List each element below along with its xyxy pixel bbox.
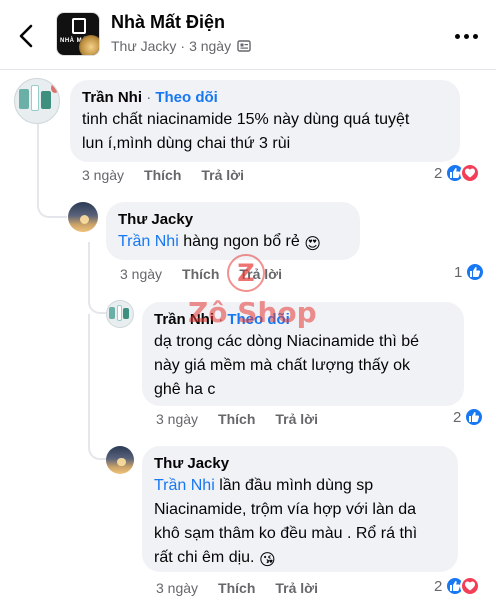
avatar[interactable]	[68, 202, 98, 232]
reaction-summary[interactable]: 2	[434, 163, 481, 183]
comment-text-segment: rất chi êm dịu.	[154, 549, 255, 566]
love-reaction-icon	[460, 163, 481, 183]
like-button[interactable]: Thích	[144, 167, 181, 183]
author-separator: ·	[146, 89, 152, 106]
reply-button[interactable]: Trả lời	[275, 411, 318, 427]
comment-time[interactable]: 3 ngày	[120, 266, 162, 282]
comment-text: dạ trong các dòng Niacinamide thì bé này…	[154, 330, 452, 402]
kiss-emoji-icon: 😘	[258, 552, 276, 569]
comment-actions: 3 ngày Thích Trả lời	[82, 167, 244, 183]
comment-author-line: Trần Nhi · Theo dõi	[82, 88, 448, 108]
comment-bubble: Thư Jacky Trần Nhi lần đầu mình dùng sp …	[142, 446, 458, 572]
comment-time[interactable]: 3 ngày	[82, 167, 124, 183]
back-arrow-icon[interactable]	[14, 22, 40, 50]
reaction-count: 2	[434, 577, 443, 595]
page-avatar[interactable]: NHÀ MẤT	[56, 12, 100, 56]
page-logo-mark	[72, 18, 86, 34]
comment-actions: 3 ngày Thích Trả lời	[156, 580, 318, 596]
comment-text-line: lun í,mình dùng chai thứ 3 rùi	[82, 135, 291, 152]
comment-text-line: Niacinamide, trộm vía hợp với làn da	[154, 501, 416, 518]
reply-button[interactable]: Trả lời	[239, 266, 282, 282]
like-reaction-icon	[464, 407, 485, 427]
meta-separator: ·	[180, 38, 186, 54]
mention-link[interactable]: Trần Nhi	[118, 233, 179, 250]
comment-text-line: ghê ha c	[154, 381, 216, 398]
comment-time[interactable]: 3 ngày	[156, 580, 198, 596]
comment-author[interactable]: Thư Jacky	[118, 210, 348, 230]
like-button[interactable]: Thích	[218, 580, 255, 596]
comment-text-line: Trần Nhi lần đầu mình dùng sp	[154, 474, 446, 498]
comment-author[interactable]: Trần Nhi	[82, 89, 142, 106]
comment-text: Trần Nhi hàng ngon bổ rẻ 😍	[118, 230, 348, 257]
reaction-count: 2	[434, 164, 443, 182]
comment-time[interactable]: 3 ngày	[156, 411, 198, 427]
thread-line-main	[37, 118, 39, 190]
like-button[interactable]: Thích	[182, 266, 219, 282]
page-name[interactable]: Nhà Mất Điện	[111, 12, 225, 33]
comment-text-line: rất chi êm dịu. 😘	[154, 546, 446, 573]
reaction-summary[interactable]: 1	[454, 262, 486, 282]
comment-text: tinh chất niacinamide 15% này dùng quá t…	[82, 108, 448, 156]
reply-button[interactable]: Trả lời	[201, 167, 244, 183]
comment-actions: 3 ngày Thích Trả lời	[156, 411, 318, 427]
thread-connector-2	[88, 282, 108, 314]
comment-bubble: Trần Nhi · Theo dõi dạ trong các dòng Ni…	[142, 302, 464, 406]
comment-text-line: dạ trong các dòng Niacinamide thì bé	[154, 333, 420, 350]
follow-link[interactable]: Theo dõi	[155, 89, 218, 106]
thread-line-replies-2	[88, 314, 90, 440]
post-meta: Thư Jacky · 3 ngày	[111, 38, 251, 54]
comment-text-segment: lần đầu mình dùng sp	[219, 477, 374, 494]
comment-author[interactable]: Thư Jacky	[154, 454, 446, 474]
author-separator: ·	[218, 311, 224, 328]
comment-actions: 3 ngày Thích Trả lời	[120, 266, 282, 282]
post-header: NHÀ MẤT Nhà Mất Điện Thư Jacky · 3 ngày	[0, 0, 496, 70]
like-reaction-icon	[465, 262, 486, 282]
follow-link[interactable]: Theo dõi	[227, 311, 290, 328]
thread-line-replies	[88, 242, 90, 282]
thread-connector-1	[37, 190, 67, 218]
reaction-count: 1	[454, 263, 463, 281]
poster-name[interactable]: Thư Jacky	[111, 38, 176, 54]
audience-icon	[237, 39, 251, 53]
comment-text-line: khô sạm thâm ko đều màu . Rổ rá thì	[154, 525, 418, 542]
heart-eyes-emoji-icon: 😍	[304, 236, 321, 253]
page-logo-glow	[79, 35, 99, 55]
comment-text-line: này giá mềm mà chất lượng thấy ok	[154, 357, 410, 374]
like-button[interactable]: Thích	[218, 411, 255, 427]
reply-button[interactable]: Trả lời	[275, 580, 318, 596]
comment-bubble: Trần Nhi · Theo dõi tinh chất niacinamid…	[70, 80, 460, 162]
love-reaction-icon	[460, 576, 481, 596]
avatar[interactable]	[106, 300, 134, 328]
avatar[interactable]	[14, 78, 60, 124]
avatar[interactable]	[106, 446, 134, 474]
post-time[interactable]: 3 ngày	[189, 38, 231, 54]
mention-link[interactable]: Trần Nhi	[154, 477, 215, 494]
comment-text-line: hàng ngon bổ rẻ	[183, 233, 300, 250]
more-options-icon[interactable]	[455, 34, 478, 39]
reaction-count: 2	[453, 408, 462, 426]
comment-text: Trần Nhi lần đầu mình dùng sp Niacinamid…	[154, 474, 446, 573]
comment-bubble: Thư Jacky Trần Nhi hàng ngon bổ rẻ 😍	[106, 202, 360, 260]
reaction-summary[interactable]: 2	[434, 576, 481, 596]
reaction-summary[interactable]: 2	[453, 407, 485, 427]
thread-connector-3	[88, 440, 108, 460]
comment-text-line: tinh chất niacinamide 15% này dùng quá t…	[82, 111, 410, 128]
comment-author[interactable]: Trần Nhi	[154, 311, 214, 328]
comment-author-line: Trần Nhi · Theo dõi	[154, 310, 452, 330]
